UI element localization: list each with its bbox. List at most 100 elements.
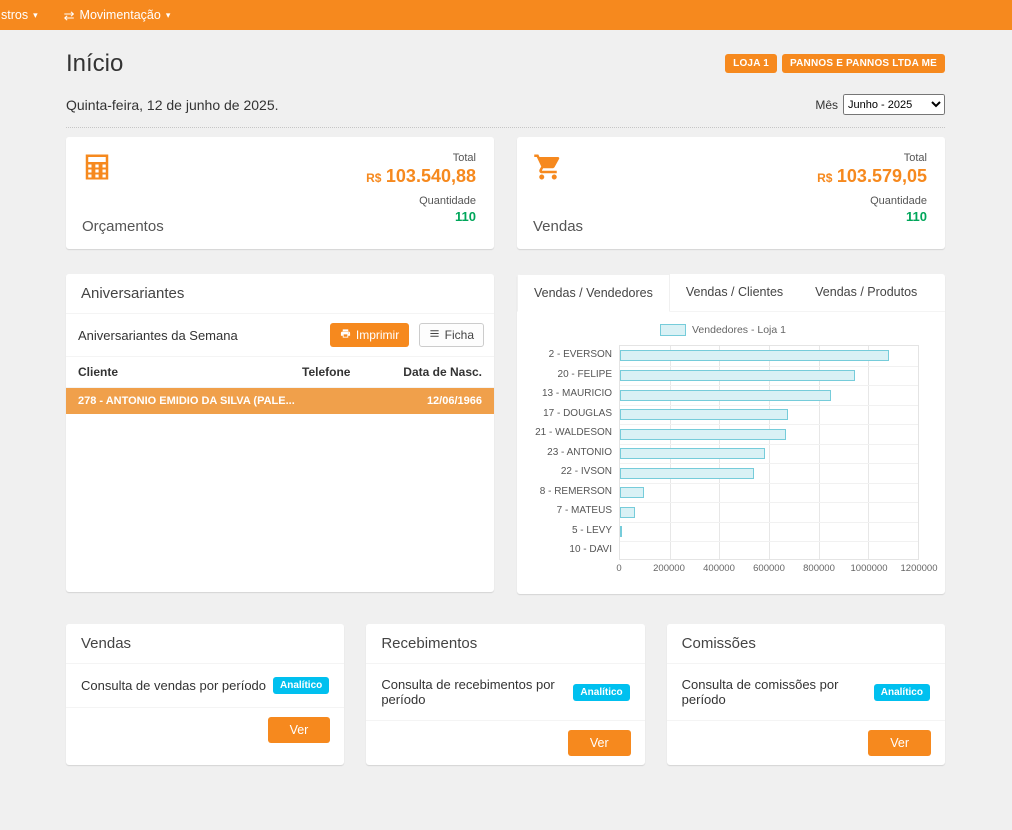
x-tick-label: 800000 [803, 563, 835, 574]
quantity-label: Quantidade [419, 195, 476, 207]
card-title: Comissões [667, 624, 945, 664]
month-label: Mês [815, 98, 838, 112]
bar-chart: Vendedores - Loja 1 2 - EVERSON20 - FELI… [517, 312, 945, 584]
y-tick-label: 21 - WALDESON [527, 423, 619, 443]
x-tick-label: 0 [616, 563, 621, 574]
column-telefone: Telefone [302, 365, 387, 379]
chart-row [620, 541, 918, 561]
chart-row [620, 424, 918, 444]
nav-item-label: stros [1, 8, 28, 22]
bar-13-mauricio [620, 390, 831, 401]
nav-item-label: Movimentação [80, 8, 161, 22]
top-navbar: stros ▾ ⇄ Movimentação ▾ [0, 0, 1012, 30]
dotted-divider [66, 127, 945, 128]
printer-icon [340, 328, 351, 342]
x-tick-label: 600000 [753, 563, 785, 574]
tab-vendas-produtos[interactable]: Vendas / Produtos [799, 274, 933, 312]
birthdays-card: Aniversariantes Aniversariantes da Seman… [66, 274, 494, 592]
card-title: Recebimentos [366, 624, 644, 664]
chart-x-axis: 020000040000060000080000010000001200000 [619, 563, 919, 578]
card-title: Vendas [66, 624, 344, 664]
x-tick-label: 200000 [653, 563, 685, 574]
bar-7-mateus [620, 507, 635, 518]
sales-tabs: Vendas / Vendedores Vendas / Clientes Ve… [517, 274, 945, 312]
table-row[interactable]: 278 - ANTONIO EMIDIO DA SILVA (PALE... 1… [66, 388, 494, 414]
total-label: Total [904, 152, 927, 164]
chart-row [620, 346, 918, 366]
current-date: Quinta-feira, 12 de junho de 2025. [66, 97, 279, 113]
bar-21-waldeson [620, 429, 786, 440]
report-card-recebimentos: Recebimentos Consulta de recebimentos po… [366, 624, 644, 765]
summary-card-vendas: Vendas Total R$ 103.579,05 Quantidade 11… [517, 137, 945, 249]
y-tick-label: 17 - DOUGLAS [527, 404, 619, 424]
bar-22-ivson [620, 468, 754, 479]
x-tick-label: 400000 [703, 563, 735, 574]
legend-label: Vendedores - Loja 1 [692, 324, 786, 336]
row-birthdate: 12/06/1966 [387, 395, 482, 407]
report-card-vendas: Vendas Consulta de vendas por período An… [66, 624, 344, 765]
bar-23-antonio [620, 448, 765, 459]
bar-17-douglas [620, 409, 788, 420]
nav-item-cadastros[interactable]: stros ▾ [0, 0, 44, 30]
report-card-comissoes: Comissões Consulta de comissões por perí… [667, 624, 945, 765]
analitico-badge: Analítico [573, 684, 629, 701]
quantity-label: Quantidade [870, 195, 927, 207]
x-tick-label: 1200000 [901, 563, 938, 574]
card-text: Consulta de comissões por período [682, 677, 867, 707]
ver-button[interactable]: Ver [268, 717, 331, 743]
chart-row [620, 366, 918, 386]
chart-y-labels: 2 - EVERSON20 - FELIPE13 - MAURICIO17 - … [527, 345, 619, 560]
store-badges: LOJA 1 PANNOS E PANNOS LTDA ME [725, 54, 945, 73]
chart-row [620, 444, 918, 464]
x-tick-label: 1000000 [851, 563, 888, 574]
y-tick-label: 2 - EVERSON [527, 345, 619, 365]
nav-item-movimentacao[interactable]: ⇄ Movimentação ▾ [58, 0, 177, 30]
column-cliente: Cliente [78, 365, 302, 379]
y-tick-label: 23 - ANTONIO [527, 443, 619, 463]
y-tick-label: 10 - DAVI [527, 540, 619, 560]
quantity-value: 110 [906, 209, 927, 224]
company-badge: PANNOS E PANNOS LTDA ME [782, 54, 945, 73]
chart-row [620, 522, 918, 542]
month-select[interactable]: Junho - 2025 [843, 94, 945, 115]
analitico-badge: Analítico [273, 677, 329, 694]
sales-chart-card: Vendas / Vendedores Vendas / Clientes Ve… [517, 274, 945, 594]
ver-button[interactable]: Ver [568, 730, 631, 756]
y-tick-label: 20 - FELIPE [527, 365, 619, 385]
total-amount: R$ 103.540,88 [366, 166, 476, 187]
print-button[interactable]: Imprimir [330, 323, 409, 347]
ver-button[interactable]: Ver [868, 730, 931, 756]
calculator-icon [82, 152, 164, 187]
caret-down-icon: ▾ [166, 11, 171, 20]
birthdays-title: Aniversariantes [66, 274, 494, 314]
page-title: Início [66, 50, 123, 78]
chart-row [620, 502, 918, 522]
analitico-badge: Analítico [874, 684, 930, 701]
y-tick-label: 22 - IVSON [527, 462, 619, 482]
page-header: Início LOJA 1 PANNOS E PANNOS LTDA ME [66, 50, 945, 78]
list-icon [429, 328, 440, 342]
chart-row [620, 385, 918, 405]
summary-title: Orçamentos [82, 218, 164, 235]
bar-2-everson [620, 350, 889, 361]
total-amount: R$ 103.579,05 [817, 166, 927, 187]
chart-legend: Vendedores - Loja 1 [527, 324, 919, 336]
card-text: Consulta de recebimentos por período [381, 677, 566, 707]
tab-vendas-vendedores[interactable]: Vendas / Vendedores [517, 274, 670, 312]
birthdays-table-header: Cliente Telefone Data de Nasc. [66, 357, 494, 388]
column-data-nasc: Data de Nasc. [387, 365, 482, 379]
exchange-icon: ⇄ [64, 9, 75, 22]
date-row: Quinta-feira, 12 de junho de 2025. Mês J… [66, 94, 945, 115]
y-tick-label: 5 - LEVY [527, 521, 619, 541]
bar-5-levy [620, 526, 622, 537]
ficha-button[interactable]: Ficha [419, 323, 484, 347]
y-tick-label: 13 - MAURICIO [527, 384, 619, 404]
bar-20-felipe [620, 370, 855, 381]
y-tick-label: 7 - MATEUS [527, 501, 619, 521]
legend-swatch [660, 324, 686, 336]
chart-row [620, 483, 918, 503]
row-client: 278 - ANTONIO EMIDIO DA SILVA (PALE... [78, 395, 302, 407]
tab-vendas-clientes[interactable]: Vendas / Clientes [670, 274, 799, 312]
store-badge: LOJA 1 [725, 54, 777, 73]
total-label: Total [453, 152, 476, 164]
